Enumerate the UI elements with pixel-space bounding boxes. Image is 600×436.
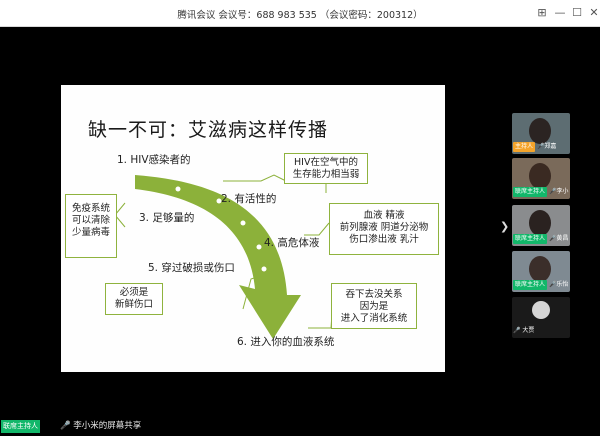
mic-icon: 🎤: [60, 421, 71, 431]
host-badge: 联席主持人: [1, 420, 40, 433]
participant-label: 联席主持人 🎤李小: [513, 187, 569, 197]
pin-icon[interactable]: ⊞: [534, 5, 550, 21]
minimize-icon[interactable]: —: [552, 5, 568, 21]
avatar: [529, 210, 551, 236]
participant-label: 主持人 🎤郑嘉: [513, 142, 569, 152]
video-tile[interactable]: 联席主持人 🎤乐怡: [512, 251, 570, 292]
participant-name: 乐怡: [556, 281, 569, 288]
collapse-sidebar-icon[interactable]: ❯: [500, 220, 509, 233]
note-line: 吞下去没关系: [345, 289, 403, 300]
swallow-note: 吞下去没关系 因为是 进入了消化系统: [331, 283, 417, 329]
video-tile[interactable]: 联席主持人 🎤李小: [512, 158, 570, 199]
note-line: 新鲜伤口: [114, 299, 153, 310]
fluids-note: 血液 精液 前列腺液 阴道分泌物 伤口渗出液 乳汁: [329, 203, 439, 255]
note-line: HIV在空气中的: [294, 157, 358, 168]
video-tile[interactable]: 🎤 大贾: [512, 297, 570, 338]
note-line: 伤口渗出液 乳汁: [349, 234, 419, 245]
share-label-text: 李小米的屏幕共享: [73, 421, 142, 431]
title-bar: 腾讯会议 会议号：688 983 535 （会议密码：200312） ⊞ — ☐…: [0, 0, 600, 27]
close-icon[interactable]: ✕: [586, 5, 600, 21]
participant-label: 🎤 大贾: [513, 326, 569, 336]
note-line: 血液 精液: [363, 210, 405, 221]
window-title: 腾讯会议 会议号：688 983 535 （会议密码：200312）: [177, 10, 423, 21]
participant-name: 大贾: [522, 327, 535, 334]
immune-note: 免疫系统 可以清除 少量病毒: [65, 194, 117, 258]
note-line: 必须是: [119, 287, 149, 298]
wound-note: 必须是 新鲜伤口: [105, 283, 163, 315]
participant-label: 联席主持人 🎤乐怡: [513, 280, 569, 290]
share-label: 🎤 李小米的屏幕共享: [60, 420, 141, 433]
step-4-text: 4. 高危体液: [264, 237, 320, 249]
note-line: 前列腺液 阴道分泌物: [339, 222, 429, 233]
step-5-text: 5. 穿过破损或伤口: [148, 262, 235, 274]
video-tile[interactable]: 主持人 🎤郑嘉: [512, 113, 570, 154]
note-line: 免疫系统: [71, 203, 110, 214]
note-line: 少量病毒: [71, 227, 110, 238]
participant-name: 李小: [556, 188, 569, 195]
video-tile[interactable]: 联席主持人 🎤黄昌: [512, 205, 570, 246]
mic-muted-icon: 🎤: [513, 327, 521, 334]
avatar: [529, 163, 551, 189]
avatar: [529, 256, 551, 282]
step-3-text: 3. 足够量的: [139, 212, 195, 224]
participant-label: 联席主持人 🎤黄昌: [513, 234, 569, 244]
role-badge: 联席主持人: [513, 234, 548, 244]
note-line: 可以清除: [71, 215, 110, 226]
role-badge: 联席主持人: [513, 187, 548, 197]
step-1-text: 1. HIV感染者的: [117, 154, 191, 166]
status-bar: 联席主持人 🎤 李小米的屏幕共享: [0, 418, 600, 436]
slide-title: 缺一不可：艾滋病这样传播: [88, 119, 329, 141]
step-6-text: 6. 进入你的血液系统: [237, 336, 335, 348]
step-2-text: 2. 有活性的: [221, 193, 277, 205]
avatar: [532, 301, 550, 319]
avatar: [529, 118, 551, 144]
note-line: 生存能力相当弱: [292, 169, 360, 180]
note-line: 进入了消化系统: [340, 313, 408, 324]
participant-name: 郑嘉: [544, 143, 557, 150]
presentation-slide: 缺一不可：艾滋病这样传播 1. HIV感染者的 2. 有活性的 3. 足够量的 …: [61, 85, 445, 372]
participant-name: 黄昌: [556, 235, 569, 242]
role-badge: 主持人: [513, 142, 536, 152]
role-badge: 联席主持人: [513, 280, 548, 290]
hiv-air-note: HIV在空气中的 生存能力相当弱: [284, 153, 368, 184]
note-line: 因为是: [359, 301, 389, 312]
maximize-icon[interactable]: ☐: [569, 5, 585, 21]
